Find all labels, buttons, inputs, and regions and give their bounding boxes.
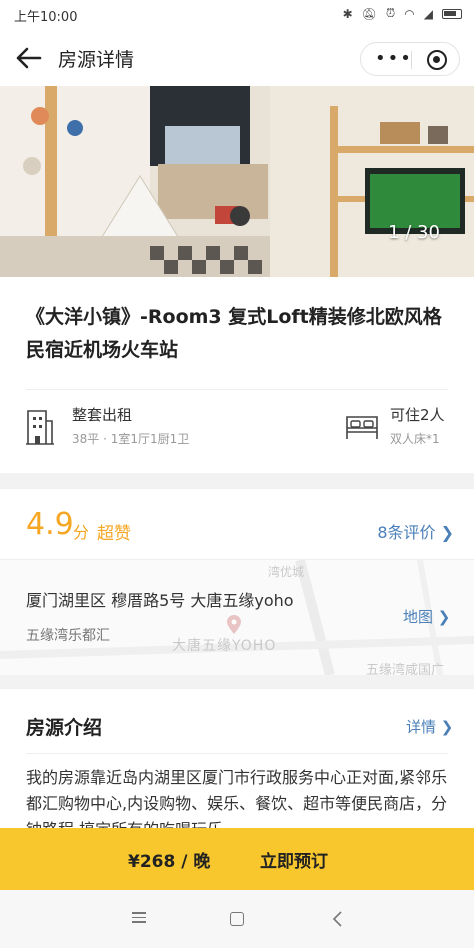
rating-label: 超赞 [97,524,131,544]
back-arrow-icon[interactable] [14,44,44,72]
miniprogram-capsule: ••• [360,42,460,76]
status-bar: 上午10:00 ✱ 🔕︎ ⏰︎ ◠ ◢ [0,0,474,30]
guest-capacity: 可住2人 [390,406,445,424]
signal-icon: ◢ [423,6,433,21]
nav-bar: 房源详情 ••• [0,30,474,86]
listing-title: 《大洋小镇》-Room3 复式Loft精装修北欧风格民宿近机场火车站 [26,306,442,361]
bed-icon [346,416,378,439]
photo-gallery[interactable]: 1 / 30 [0,86,474,277]
rating-score: 4.9 [26,507,74,542]
photo-counter: 1 / 30 [388,222,440,243]
map-label-top: 湾优城 [268,565,305,579]
battery-icon [442,8,462,19]
nightly-price: ¥268 / 晚 [128,852,211,872]
intro-more-link[interactable]: 详情 ❯ [406,716,453,737]
rating-unit: 分 [73,523,90,542]
intro-divider [26,753,448,754]
map-link[interactable]: 地图 ❯ [403,606,450,627]
room-layout: 38平 · 1室1厅1厨1卫 [72,432,190,446]
more-menu-button[interactable]: ••• [375,50,413,68]
landmark: 五缘湾乐都汇 [26,628,110,644]
map-label-main: 大唐五缘YOHO [172,638,277,654]
rent-type: 整套出租 [72,406,133,424]
info-divider [26,389,448,390]
page-title: 房源详情 [58,49,135,71]
building-icon [26,410,54,445]
alarm-icon: ⏰︎ [385,6,396,20]
mute-icon: 🔕︎ [361,6,377,21]
recent-apps-icon[interactable] [132,912,146,926]
intro-title: 房源介绍 [26,717,103,739]
wifi-icon: ◠ [404,6,415,21]
home-icon[interactable] [230,912,244,926]
close-miniprogram-icon[interactable] [427,50,447,70]
map-pin-icon [227,615,241,634]
map-label-bottom: 五缘湾咸国广 [366,663,445,675]
status-time: 上午10:00 [14,10,78,25]
book-now-button[interactable]: 立即预订 [260,847,328,872]
listing-info-card: 《大洋小镇》-Room3 复式Loft精装修北欧风格民宿近机场火车站 整套出租 … [0,277,474,473]
booking-bar: ¥268 / 晚 立即预订 [0,828,474,890]
system-back-icon[interactable] [330,910,344,928]
capsule-divider [411,51,412,69]
system-nav-bar [0,890,474,948]
status-icons: ✱ 🔕︎ ⏰︎ ◠ ◢ [343,6,462,21]
address: 厦门湖里区 穆厝路5号 大唐五缘yoho [26,591,294,610]
rating-location-card: 4.9 分 超赞 8条评价 ❯ 湾优城 厦门湖里区 穆厝路5号 大唐五缘yoho… [0,489,474,675]
bed-detail: 双人床*1 [390,432,440,446]
bluetooth-icon: ✱ [342,6,353,21]
reviews-link[interactable]: 8条评价 ❯ [377,519,454,543]
